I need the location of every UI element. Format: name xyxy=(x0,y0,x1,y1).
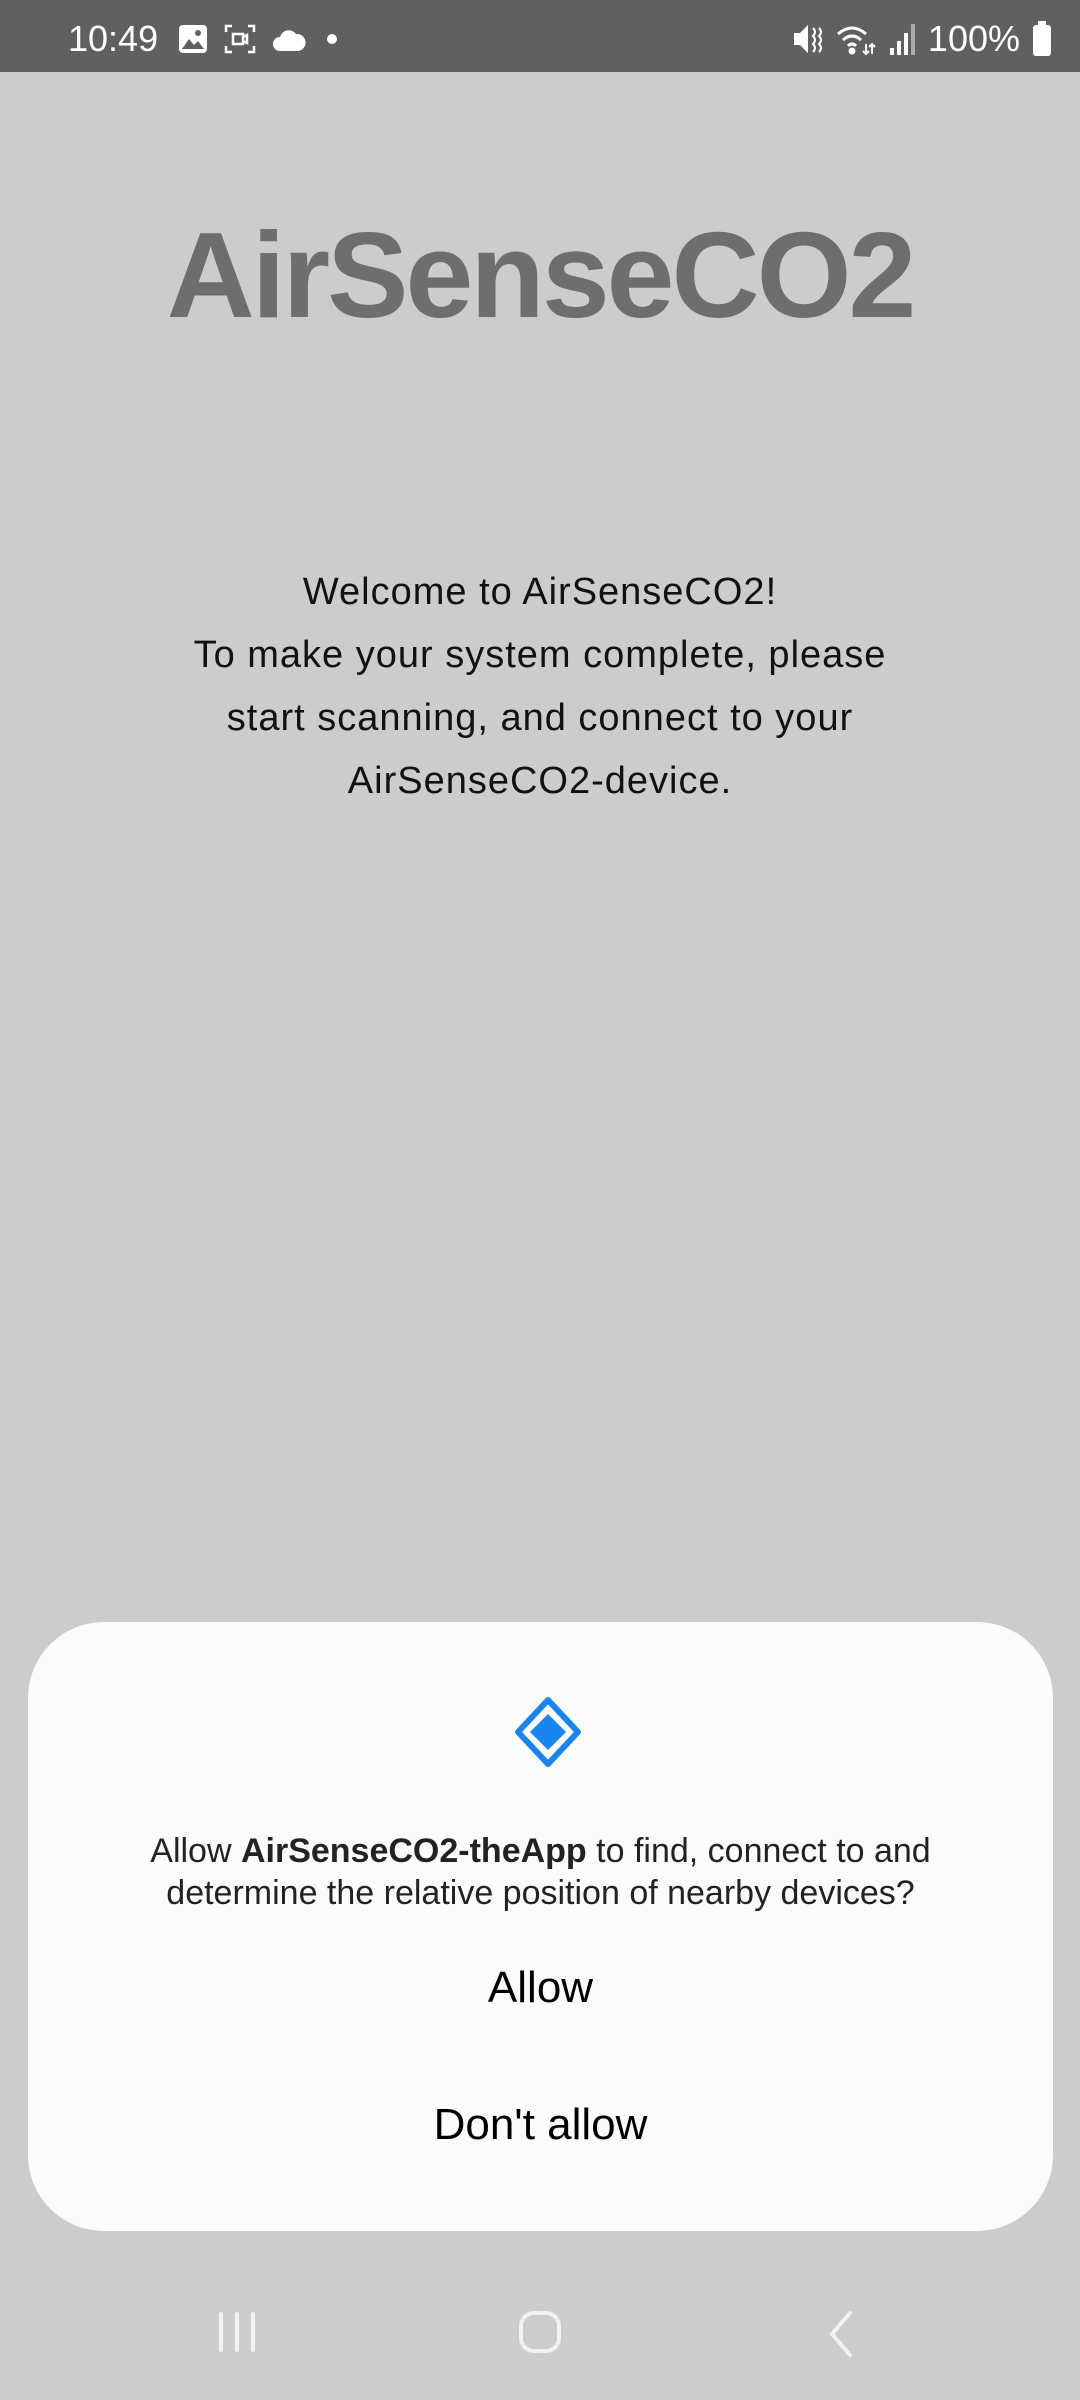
message-line-2: determine the relative position of nearb… xyxy=(166,1874,915,1912)
app-title: AirSenseCO2 xyxy=(166,207,917,343)
dot-icon xyxy=(327,34,337,44)
gallery-icon xyxy=(179,25,207,53)
nearby-devices-icon xyxy=(515,1697,581,1767)
welcome-message: Welcome to AirSenseCO2! To make your sys… xyxy=(0,561,1080,813)
cloud-icon xyxy=(273,30,306,51)
screen-record-icon xyxy=(224,24,256,54)
message-prefix: Allow xyxy=(150,1832,241,1870)
mute-icon xyxy=(793,25,822,53)
signal-icon xyxy=(889,24,915,55)
navigation-bar xyxy=(0,2270,1080,2400)
dont-allow-button[interactable]: Don't allow xyxy=(68,2075,1013,2175)
battery-percent: 100% xyxy=(927,18,1020,59)
welcome-line: To make your system complete, please xyxy=(193,634,887,676)
welcome-line: start scanning, and connect to your xyxy=(226,697,854,739)
status-bar: 10:49 100% xyxy=(0,0,1080,72)
battery-icon xyxy=(1033,21,1051,56)
app-name: AirSenseCO2-theApp xyxy=(240,1832,587,1870)
back-icon[interactable] xyxy=(826,2310,856,2363)
welcome-line: AirSenseCO2-device. xyxy=(347,760,733,802)
recents-icon[interactable] xyxy=(217,2310,257,2359)
allow-button[interactable]: Allow xyxy=(68,1938,1013,2038)
home-icon[interactable] xyxy=(518,2310,562,2359)
status-time: 10:49 xyxy=(68,18,159,59)
wifi-icon xyxy=(836,26,876,56)
message-suffix: to find, connect to and xyxy=(586,1832,931,1870)
permission-dialog: Allow AirSenseCO2-theApp to find, connec… xyxy=(28,1622,1053,2231)
welcome-line: Welcome to AirSenseCO2! xyxy=(302,571,778,613)
